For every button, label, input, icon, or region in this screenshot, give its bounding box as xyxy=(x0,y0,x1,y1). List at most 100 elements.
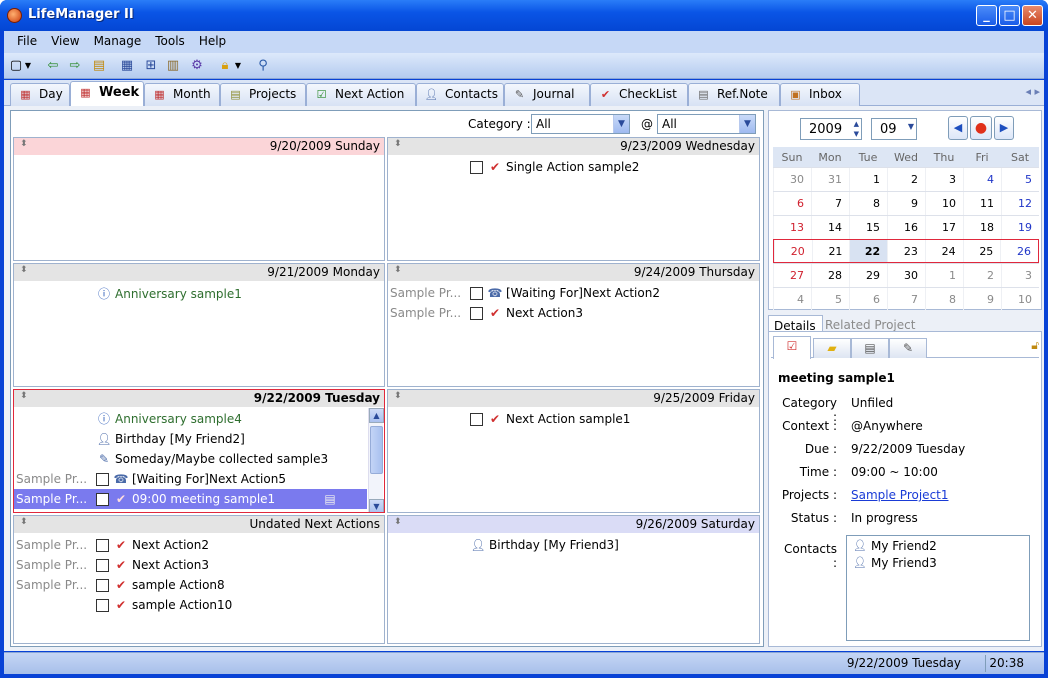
task-checkbox[interactable] xyxy=(96,579,109,592)
calendar-day[interactable]: 5 xyxy=(811,288,849,311)
task-tab-icon[interactable]: ☑ xyxy=(773,336,811,359)
calendar-day[interactable]: 23 xyxy=(887,240,925,262)
category-select[interactable]: All ▼ xyxy=(531,114,630,134)
task-checkbox[interactable] xyxy=(96,493,109,506)
calendar-day[interactable]: 30 xyxy=(773,168,811,191)
day-cell-sunday[interactable]: ⬍ 9/20/2009 Sunday xyxy=(13,137,385,261)
list-item[interactable]: ✔ sample Action10 xyxy=(14,595,384,615)
calendar-day[interactable]: 16 xyxy=(887,216,925,239)
calendar-day[interactable]: 19 xyxy=(1001,216,1039,239)
checklist-tab-icon[interactable]: ▤ xyxy=(851,338,889,358)
backup-icon[interactable]: ▤ xyxy=(90,57,108,75)
scroll-thumb[interactable] xyxy=(370,426,383,474)
list-item[interactable]: 👤︎ Birthday [My Friend3] xyxy=(388,535,759,555)
menu-view[interactable]: View xyxy=(44,31,86,48)
list-item[interactable]: ⓘ Anniversary sample1 xyxy=(14,284,384,304)
menu-tools[interactable]: Tools xyxy=(148,31,192,48)
calendar-day[interactable]: 7 xyxy=(811,192,849,215)
calendar-day[interactable]: 24 xyxy=(924,240,963,262)
calendar-day[interactable]: 12 xyxy=(1001,192,1039,215)
lock-dropdown-icon[interactable]: ▼ xyxy=(233,57,243,75)
calendar-day[interactable]: 8 xyxy=(849,192,887,215)
calendar-today[interactable]: 22 xyxy=(849,240,888,262)
drag-handle-icon[interactable]: ⬍ xyxy=(394,265,402,275)
task-checkbox[interactable] xyxy=(96,599,109,612)
tab-refnote[interactable]: ▤ Ref.Note xyxy=(688,83,780,106)
contact-item[interactable]: 👤︎ My Friend3 xyxy=(847,553,1029,570)
import-icon[interactable]: ⇦ xyxy=(44,57,62,75)
calendar-day[interactable]: 10 xyxy=(925,192,963,215)
tab-day[interactable]: ▦ Day xyxy=(10,83,70,106)
archive-icon[interactable]: ▥ xyxy=(164,57,182,75)
calendar-day[interactable]: 20 xyxy=(774,240,812,262)
calendar-day[interactable]: 29 xyxy=(849,264,887,287)
tab-journal[interactable]: ✎ Journal xyxy=(504,83,590,106)
list-item[interactable]: Sample Pr... ✔ sample Action8 xyxy=(14,575,384,595)
export-icon[interactable]: ⇨ xyxy=(66,57,84,75)
drag-handle-icon[interactable]: ⬍ xyxy=(394,391,402,401)
project-link[interactable]: Sample Project1 xyxy=(851,488,949,502)
undated-actions-cell[interactable]: ⬍ Undated Next Actions Sample Pr... ✔ Nex… xyxy=(13,515,385,644)
drag-handle-icon[interactable]: ⬍ xyxy=(20,265,28,275)
calendar-day[interactable]: 6 xyxy=(773,192,811,215)
calendar-day[interactable]: 17 xyxy=(925,216,963,239)
close-button[interactable]: ✕ xyxy=(1022,5,1043,26)
calendar-day[interactable]: 3 xyxy=(925,168,963,191)
calendar-day[interactable]: 4 xyxy=(773,288,811,311)
task-checkbox[interactable] xyxy=(96,473,109,486)
drag-handle-icon[interactable]: ⬍ xyxy=(394,517,402,527)
grid-view-icon[interactable]: ▦ xyxy=(118,57,136,75)
list-item[interactable]: Sample Pr... ✔ Next Action3 xyxy=(388,303,759,323)
tab-month[interactable]: ▦ Month xyxy=(144,83,220,106)
tab-contacts[interactable]: 👤︎ Contacts xyxy=(416,83,504,106)
contact-item[interactable]: 👤︎ My Friend2 xyxy=(847,536,1029,553)
calendar-day[interactable]: 18 xyxy=(963,216,1001,239)
next-month-button[interactable]: ▶ xyxy=(994,116,1014,140)
prev-month-button[interactable]: ◀ xyxy=(948,116,968,140)
day-scrollbar[interactable]: ▲ ▼ xyxy=(368,408,384,512)
day-cell-saturday[interactable]: ⬍ 9/26/2009 Saturday 👤︎ Birthday [My Frie… xyxy=(387,515,760,644)
tab-projects[interactable]: ▤ Projects xyxy=(220,83,306,106)
tab-week[interactable]: ▦ Week xyxy=(70,81,144,107)
task-checkbox[interactable] xyxy=(470,307,483,320)
context-select[interactable]: All ▼ xyxy=(657,114,756,134)
minimize-button[interactable]: _ xyxy=(976,5,997,26)
calendar-day[interactable]: 8 xyxy=(925,288,963,311)
list-item[interactable]: ✔ Next Action sample1 xyxy=(388,409,759,429)
tree-view-icon[interactable]: ⊞ xyxy=(142,57,160,75)
list-item[interactable]: Sample Pr... ☎ [Waiting For]Next Action5 xyxy=(14,469,367,489)
calendar-day[interactable]: 26 xyxy=(1000,240,1038,262)
calendar-day[interactable]: 28 xyxy=(811,264,849,287)
year-spinner[interactable]: 2009 ▲ ▼ xyxy=(800,118,862,140)
drag-handle-icon[interactable]: ⬍ xyxy=(394,139,402,149)
day-cell-tuesday[interactable]: ⬍ 9/22/2009 Tuesday ⓘ Anniversary sample4… xyxy=(13,389,385,513)
calendar-day[interactable]: 2 xyxy=(963,264,1001,287)
note-tab-icon[interactable]: ▰ xyxy=(813,338,851,358)
calendar-day[interactable]: 10 xyxy=(1001,288,1039,311)
task-checkbox[interactable] xyxy=(470,287,483,300)
list-item[interactable]: ⓘ Anniversary sample4 xyxy=(14,409,367,429)
list-item-selected[interactable]: Sample Pr... ✔ 09:00 meeting sample1 ▤ xyxy=(14,489,367,509)
list-item[interactable]: Sample Pr... ✔ Next Action3 xyxy=(14,555,384,575)
spin-arrows-icon[interactable]: ▲ ▼ xyxy=(854,119,859,139)
day-cell-wednesday[interactable]: ⬍ 9/23/2009 Wednesday ✔ Single Action sam… xyxy=(387,137,760,261)
drag-handle-icon[interactable]: ⬍ xyxy=(20,139,28,149)
task-checkbox[interactable] xyxy=(96,559,109,572)
drag-handle-icon[interactable]: ⬍ xyxy=(20,517,28,527)
calendar-day[interactable]: 4 xyxy=(963,168,1001,191)
list-item[interactable]: Sample Pr... ✔ Next Action2 xyxy=(14,535,384,555)
calendar-day[interactable]: 6 xyxy=(849,288,887,311)
tab-next-action[interactable]: ☑ Next Action xyxy=(306,83,416,106)
scroll-up-icon[interactable]: ▲ xyxy=(369,408,384,423)
calendar-day[interactable]: 5 xyxy=(1001,168,1039,191)
menu-manage[interactable]: Manage xyxy=(87,31,149,48)
calendar-day[interactable]: 1 xyxy=(925,264,963,287)
calendar-day[interactable]: 3 xyxy=(1001,264,1039,287)
list-item[interactable]: Sample Pr... ☎ [Waiting For]Next Action2 xyxy=(388,283,759,303)
calendar-day[interactable]: 27 xyxy=(773,264,811,287)
new-dropdown-icon[interactable]: ▼ xyxy=(23,57,33,75)
calendar-day[interactable]: 7 xyxy=(887,288,925,311)
search-icon[interactable]: ⚲ xyxy=(254,57,272,75)
lock-icon[interactable]: 🔒︎ xyxy=(216,57,234,75)
calendar-day[interactable]: 21 xyxy=(811,240,850,262)
